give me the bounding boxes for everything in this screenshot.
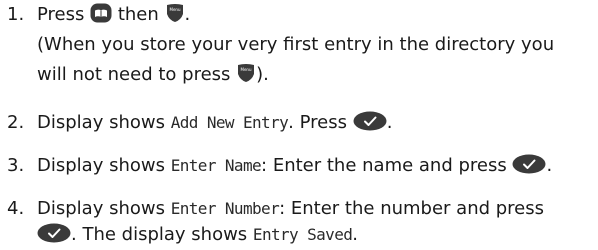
step-number: 3. bbox=[7, 155, 25, 176]
step-text: Press bbox=[37, 4, 85, 25]
ok-checkmark-key-icon bbox=[37, 223, 71, 243]
step-1-note-line-2: will not need to press Menu ). bbox=[0, 60, 269, 90]
step-1-note-line-1: (When you store your very first entry in… bbox=[0, 30, 554, 60]
step-text: : Enter the number and press bbox=[279, 198, 545, 219]
display-text: Add New Entry bbox=[170, 113, 289, 132]
step-text: . bbox=[386, 112, 393, 133]
menu-key-icon: Menu bbox=[236, 63, 256, 83]
step-number: 1. bbox=[7, 4, 25, 25]
menu-key-icon: Menu bbox=[165, 3, 185, 23]
step-text: . bbox=[352, 224, 359, 245]
step-1: 1. Press then Menu . bbox=[0, 0, 190, 30]
step-text: . bbox=[184, 4, 191, 25]
step-text: will not need to press bbox=[37, 64, 231, 85]
ok-checkmark-key-icon bbox=[512, 154, 546, 174]
step-text: Display shows bbox=[37, 198, 165, 219]
menu-key-label: Menu bbox=[241, 67, 252, 72]
step-text: ). bbox=[256, 64, 269, 85]
step-text: . The display shows bbox=[71, 224, 248, 245]
step-text: (When you store your very first entry in… bbox=[37, 34, 555, 55]
step-number: 2. bbox=[7, 112, 25, 133]
step-text: . Press bbox=[288, 112, 347, 133]
step-4-line-2: . The display shows Entry Saved. bbox=[0, 220, 358, 250]
display-text: Enter Name bbox=[170, 156, 262, 175]
phonebook-icon bbox=[90, 3, 112, 23]
step-text: then bbox=[117, 4, 159, 25]
step-text: . bbox=[546, 155, 553, 176]
display-text: Entry Saved bbox=[252, 225, 353, 244]
step-2: 2. Display shows Add New Entry. Press . bbox=[0, 108, 392, 138]
menu-key-label: Menu bbox=[169, 7, 180, 12]
ok-checkmark-key-icon bbox=[353, 111, 387, 131]
step-text: : Enter the name and press bbox=[261, 155, 507, 176]
step-text: Display shows bbox=[37, 112, 165, 133]
step-text: Display shows bbox=[37, 155, 165, 176]
step-3: 3. Display shows Enter Name: Enter the na… bbox=[0, 151, 552, 181]
display-text: Enter Number bbox=[170, 199, 280, 218]
